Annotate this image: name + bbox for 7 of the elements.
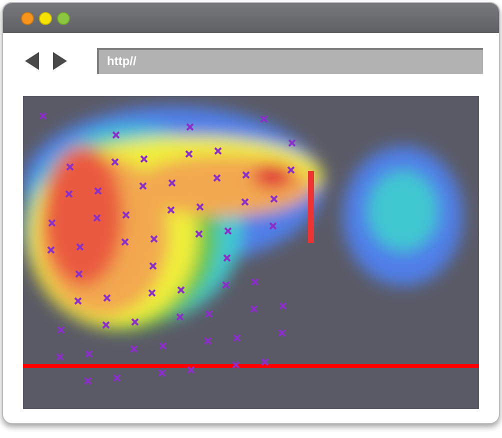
forward-arrow-icon[interactable] [53, 52, 67, 70]
window-control-dot[interactable] [57, 12, 70, 24]
address-field[interactable]: http// [97, 48, 483, 74]
window-control-dot[interactable] [39, 12, 52, 24]
window-control-dot[interactable] [21, 12, 34, 24]
back-arrow-icon[interactable] [25, 52, 39, 70]
color-scale-bar [308, 171, 314, 243]
